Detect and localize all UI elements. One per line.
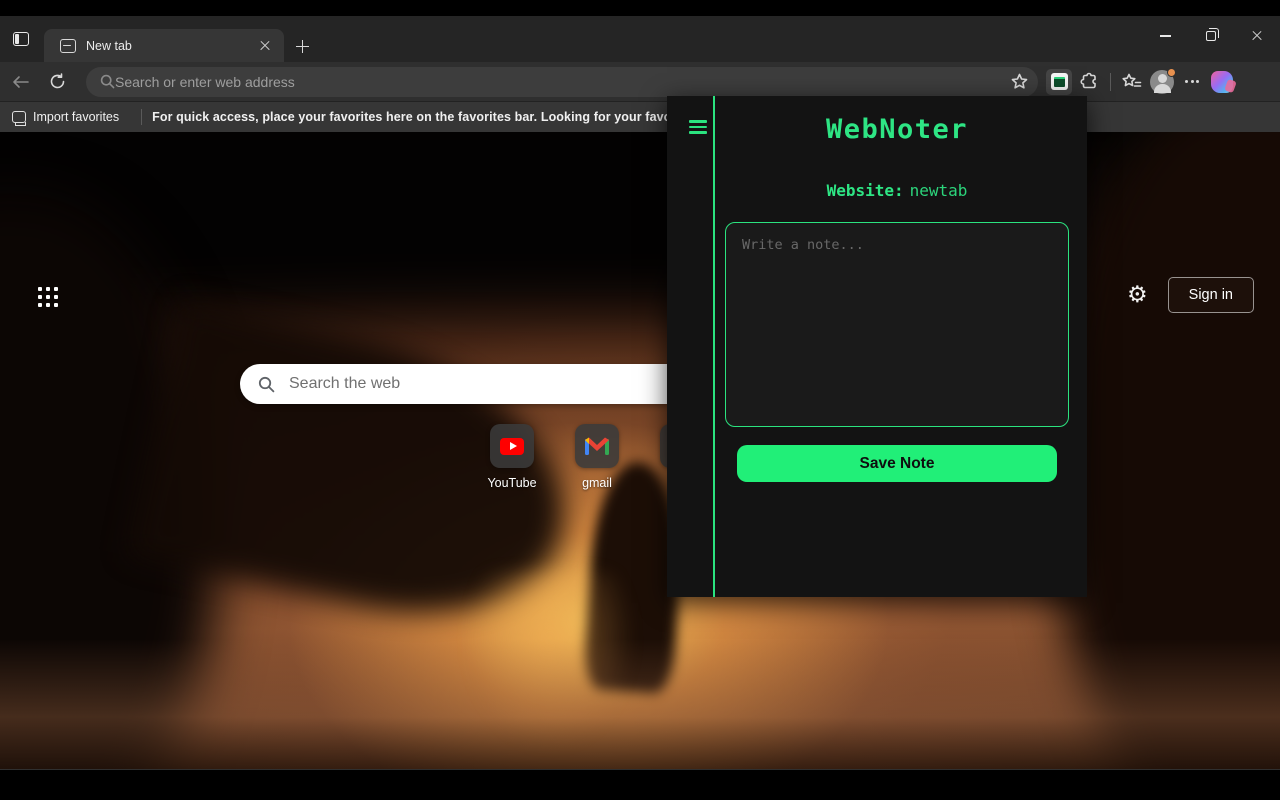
- page-settings-gear-icon[interactable]: ⚙: [1127, 283, 1148, 307]
- apps-grid-button[interactable]: [34, 283, 62, 311]
- webnoter-popup: WebNoter Website: newtab Save Note: [667, 96, 1087, 597]
- search-icon: [100, 74, 115, 89]
- quick-link-youtube[interactable]: YouTube: [487, 424, 537, 490]
- toolbar-divider: [1110, 72, 1111, 91]
- favorite-star-icon[interactable]: [1011, 73, 1028, 90]
- back-button[interactable]: [6, 67, 36, 97]
- screen: New tab Search or enter web address Impo…: [0, 0, 1280, 800]
- background-beach-sand: [0, 639, 1280, 769]
- webnoter-extension-icon: [1050, 73, 1068, 90]
- quick-link-label: gmail: [582, 476, 612, 490]
- navigation-toolbar: [0, 62, 1280, 101]
- title-bar: New tab: [0, 16, 1280, 62]
- profile-notification-dot: [1167, 67, 1176, 77]
- note-textarea[interactable]: [725, 222, 1069, 427]
- puzzle-icon: [1079, 72, 1096, 89]
- popup-sidebar: [667, 96, 715, 597]
- tab-actions-icon: [13, 32, 29, 46]
- close-icon: [260, 41, 270, 51]
- copilot-icon: [1211, 70, 1233, 93]
- import-favorites-button[interactable]: Import favorites: [0, 102, 131, 132]
- minimize-icon: [1159, 35, 1171, 37]
- tab-new-tab[interactable]: New tab: [44, 29, 284, 62]
- gmail-tile: [575, 424, 619, 468]
- sign-in-button[interactable]: Sign in: [1167, 277, 1254, 313]
- import-favorites-label: Import favorites: [33, 110, 120, 124]
- favorites-button[interactable]: [1119, 69, 1145, 95]
- extensions-button[interactable]: [1076, 69, 1102, 95]
- window-controls: [1142, 16, 1280, 56]
- popup-main: WebNoter Website: newtab Save Note: [715, 96, 1087, 597]
- tab-title: New tab: [86, 38, 132, 53]
- profile-avatar: [1150, 67, 1176, 94]
- new-tab-page-icon: [60, 38, 76, 53]
- youtube-icon: [500, 437, 524, 455]
- refresh-icon: [50, 73, 64, 89]
- copilot-button[interactable]: [1209, 69, 1235, 95]
- new-tab-button[interactable]: [292, 36, 312, 56]
- save-note-button[interactable]: Save Note: [737, 445, 1057, 482]
- refresh-button[interactable]: [42, 67, 72, 97]
- favorites-bar-divider: [141, 109, 143, 125]
- tab-close-button[interactable]: [256, 37, 274, 55]
- background-rock-left: [0, 192, 220, 769]
- address-bar[interactable]: [86, 66, 1038, 97]
- search-icon: [258, 376, 275, 392]
- menu-hamburger-icon[interactable]: [689, 120, 707, 134]
- website-line: Website: newtab: [827, 181, 968, 200]
- webnoter-extension-button[interactable]: [1046, 68, 1072, 95]
- favorites-hint-text: For quick access, place your favorites h…: [152, 110, 707, 124]
- close-window-button[interactable]: [1234, 16, 1280, 56]
- minimize-button[interactable]: [1142, 16, 1188, 56]
- tab-actions-menu-button[interactable]: [10, 29, 32, 49]
- quick-link-label: YouTube: [487, 476, 537, 490]
- page-top-right: ⚙ Sign in: [1127, 277, 1254, 313]
- ellipsis-icon: [1185, 80, 1199, 83]
- favorites-hub-icon: [1122, 73, 1142, 87]
- favorites-bar: Import favorites For quick access, place…: [0, 101, 1280, 132]
- settings-more-button[interactable]: [1179, 69, 1205, 95]
- address-input[interactable]: [115, 73, 1011, 90]
- website-value: newtab: [909, 181, 968, 200]
- gmail-icon: [585, 437, 609, 455]
- restore-icon: [1206, 28, 1219, 41]
- maximize-button[interactable]: [1188, 16, 1234, 56]
- new-tab-page: ⚙ Sign in YouTube: [0, 132, 1280, 769]
- quick-link-gmail[interactable]: gmail: [575, 424, 619, 490]
- back-arrow-icon: [13, 75, 29, 88]
- import-favorites-icon: [12, 111, 26, 126]
- toolbar-right-icons: [1046, 67, 1235, 95]
- close-icon: [1252, 31, 1262, 41]
- background-sun-reflection: [420, 572, 680, 769]
- youtube-tile: [490, 424, 534, 468]
- profile-button[interactable]: [1149, 67, 1176, 95]
- plus-icon: [295, 39, 309, 53]
- popup-title: WebNoter: [825, 114, 969, 145]
- website-label: Website:: [826, 181, 904, 200]
- browser-window: New tab Search or enter web address Impo…: [0, 16, 1280, 770]
